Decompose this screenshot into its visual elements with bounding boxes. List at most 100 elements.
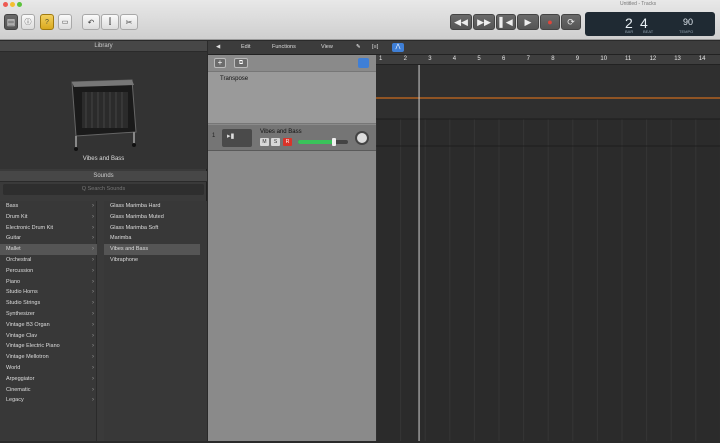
- volume-slider[interactable]: [298, 138, 348, 146]
- play-button[interactable]: ▶: [517, 14, 539, 30]
- category-item[interactable]: Bass ›: [0, 201, 97, 212]
- toolbar-button[interactable]: ▭: [58, 14, 72, 30]
- fast-forward-icon: ▶▶: [477, 16, 491, 27]
- zoom-window-icon[interactable]: [17, 2, 22, 7]
- fast-forward-button[interactable]: ▶▶: [473, 14, 495, 30]
- pencil-icon[interactable]: ✎: [356, 44, 361, 50]
- library-button[interactable]: ▤: [4, 14, 18, 30]
- ruler-bar-number: 3: [428, 56, 432, 62]
- chevron-right-icon: ›: [92, 257, 94, 263]
- inspector-button[interactable]: ⓘ: [21, 14, 35, 30]
- track-header-1[interactable]: 1 ▸▮ Vibes and Bass M S R: [208, 125, 376, 151]
- category-item[interactable]: Studio Horns ›: [0, 287, 97, 298]
- bar-ruler[interactable]: 1 2 3 4 5 6 7 8 9 10 11 12 13 14: [376, 55, 720, 65]
- mute-button[interactable]: M: [260, 138, 269, 146]
- track-icon[interactable]: ▸▮: [222, 129, 252, 147]
- menu-edit[interactable]: Edit: [241, 44, 250, 50]
- mixer-button[interactable]: ⫿: [101, 14, 119, 30]
- category-item[interactable]: Vintage Clav ›: [0, 331, 97, 342]
- ruler-bar-number: 1: [379, 56, 383, 62]
- category-item[interactable]: Drum Kit ›: [0, 212, 97, 223]
- chevron-right-icon: ›: [92, 267, 94, 274]
- transpose-lane: [376, 65, 720, 119]
- window-title: Untitled - Tracks: [620, 1, 657, 7]
- lcd-display[interactable]: 2 4 BAR BEAT 90 TEMPO: [585, 12, 715, 36]
- go-to-start-button[interactable]: ▌◀: [496, 14, 516, 30]
- ruler-bar-number: 10: [600, 56, 608, 62]
- ruler-bar-number: 8: [551, 56, 555, 62]
- snap-icon[interactable]: ⋀: [392, 43, 404, 52]
- undo-button[interactable]: ↶: [82, 14, 100, 30]
- category-item[interactable]: World ›: [0, 363, 97, 374]
- category-item[interactable]: Electronic Drum Kit ›: [0, 223, 97, 234]
- category-label: Orchestral: [6, 257, 32, 263]
- catch-icon[interactable]: [≡]: [372, 44, 378, 50]
- go-to-start-icon: ▌◀: [499, 16, 513, 27]
- arrange-area[interactable]: [375, 65, 720, 441]
- transpose-track: Transpose: [208, 71, 376, 124]
- scissors-button[interactable]: ✂: [120, 14, 138, 30]
- back-icon[interactable]: ◀: [216, 44, 220, 50]
- category-item[interactable]: Synthesizer ›: [0, 309, 97, 320]
- category-item[interactable]: Legacy ›: [0, 395, 97, 406]
- record-enable-button[interactable]: R: [283, 138, 292, 146]
- chevron-right-icon: ›: [92, 278, 94, 285]
- ruler-bar-number: 14: [698, 56, 706, 62]
- minimize-window-icon[interactable]: [10, 2, 15, 7]
- record-icon: ●: [547, 17, 553, 27]
- category-item[interactable]: Cinematic ›: [0, 385, 97, 396]
- category-item[interactable]: Vintage Electric Piano ›: [0, 341, 97, 352]
- category-item[interactable]: Studio Strings ›: [0, 298, 97, 309]
- chevron-right-icon: ›: [92, 224, 94, 231]
- chevron-right-icon: ›: [92, 246, 94, 253]
- sounds-header: Sounds: [0, 171, 207, 182]
- patch-item[interactable]: Vibraphone: [104, 255, 200, 266]
- patch-item[interactable]: Glass Marimba Muted: [104, 212, 200, 223]
- menu-view[interactable]: View: [321, 44, 333, 50]
- add-track-button[interactable]: +: [214, 58, 226, 68]
- category-label: Cinematic: [6, 386, 31, 393]
- category-item[interactable]: Vintage Mellotron ›: [0, 352, 97, 363]
- category-label: Vintage Mellotron: [6, 354, 49, 361]
- rewind-icon: ◀◀: [454, 16, 468, 27]
- menu-functions[interactable]: Functions: [272, 44, 296, 50]
- category-label: Drum Kit: [6, 213, 28, 220]
- close-window-icon[interactable]: [3, 2, 8, 7]
- track-headers: + ⧉ Transpose 1 ▸▮ Vibes and Bass M S R: [208, 55, 376, 441]
- chevron-right-icon: ›: [92, 397, 94, 404]
- sounds-search-input[interactable]: Q Search Sounds: [3, 184, 204, 195]
- category-item[interactable]: Piano ›: [0, 277, 97, 288]
- patch-item[interactable]: Vibes and Bass: [104, 244, 200, 256]
- quick-help-button[interactable]: ?: [40, 14, 54, 30]
- category-label: Vintage B3 Organ: [6, 321, 50, 328]
- pan-knob[interactable]: [355, 131, 369, 145]
- category-item[interactable]: Percussion ›: [0, 266, 97, 277]
- chevron-right-icon: ›: [92, 311, 94, 317]
- track-name[interactable]: Vibes and Bass: [260, 129, 302, 135]
- category-item[interactable]: Mallet ›: [0, 244, 97, 256]
- chevron-right-icon: ›: [92, 235, 94, 242]
- patch-item[interactable]: Marimba: [104, 233, 200, 244]
- ruler-bar-number: 5: [477, 56, 481, 62]
- category-item[interactable]: Guitar ›: [0, 233, 97, 244]
- duplicate-track-button[interactable]: ⧉: [234, 58, 248, 68]
- scissors-icon: ✂: [125, 17, 133, 27]
- arrange-grid: [375, 65, 720, 441]
- category-label: Mallet: [6, 246, 21, 253]
- rewind-button[interactable]: ◀◀: [450, 14, 472, 30]
- ruler-bar-number: 2: [403, 56, 407, 62]
- record-button[interactable]: ●: [540, 14, 560, 30]
- category-label: Piano: [6, 278, 21, 285]
- category-item[interactable]: Arpeggiator ›: [0, 374, 97, 385]
- category-label: Synthesizer: [6, 311, 35, 317]
- library-icon: ▤: [6, 16, 16, 27]
- patch-item[interactable]: Glass Marimba Soft: [104, 223, 200, 234]
- patch-list: Glass Marimba Hard Glass Marimba Muted Gla…: [104, 201, 207, 441]
- solo-button[interactable]: S: [271, 138, 280, 146]
- global-tracks-toggle[interactable]: [358, 58, 369, 68]
- volume-handle[interactable]: [332, 138, 336, 146]
- patch-item[interactable]: Glass Marimba Hard: [104, 201, 200, 212]
- cycle-button[interactable]: ⟳: [561, 14, 581, 30]
- category-item[interactable]: Orchestral ›: [0, 255, 97, 266]
- category-item[interactable]: Vintage B3 Organ ›: [0, 320, 97, 331]
